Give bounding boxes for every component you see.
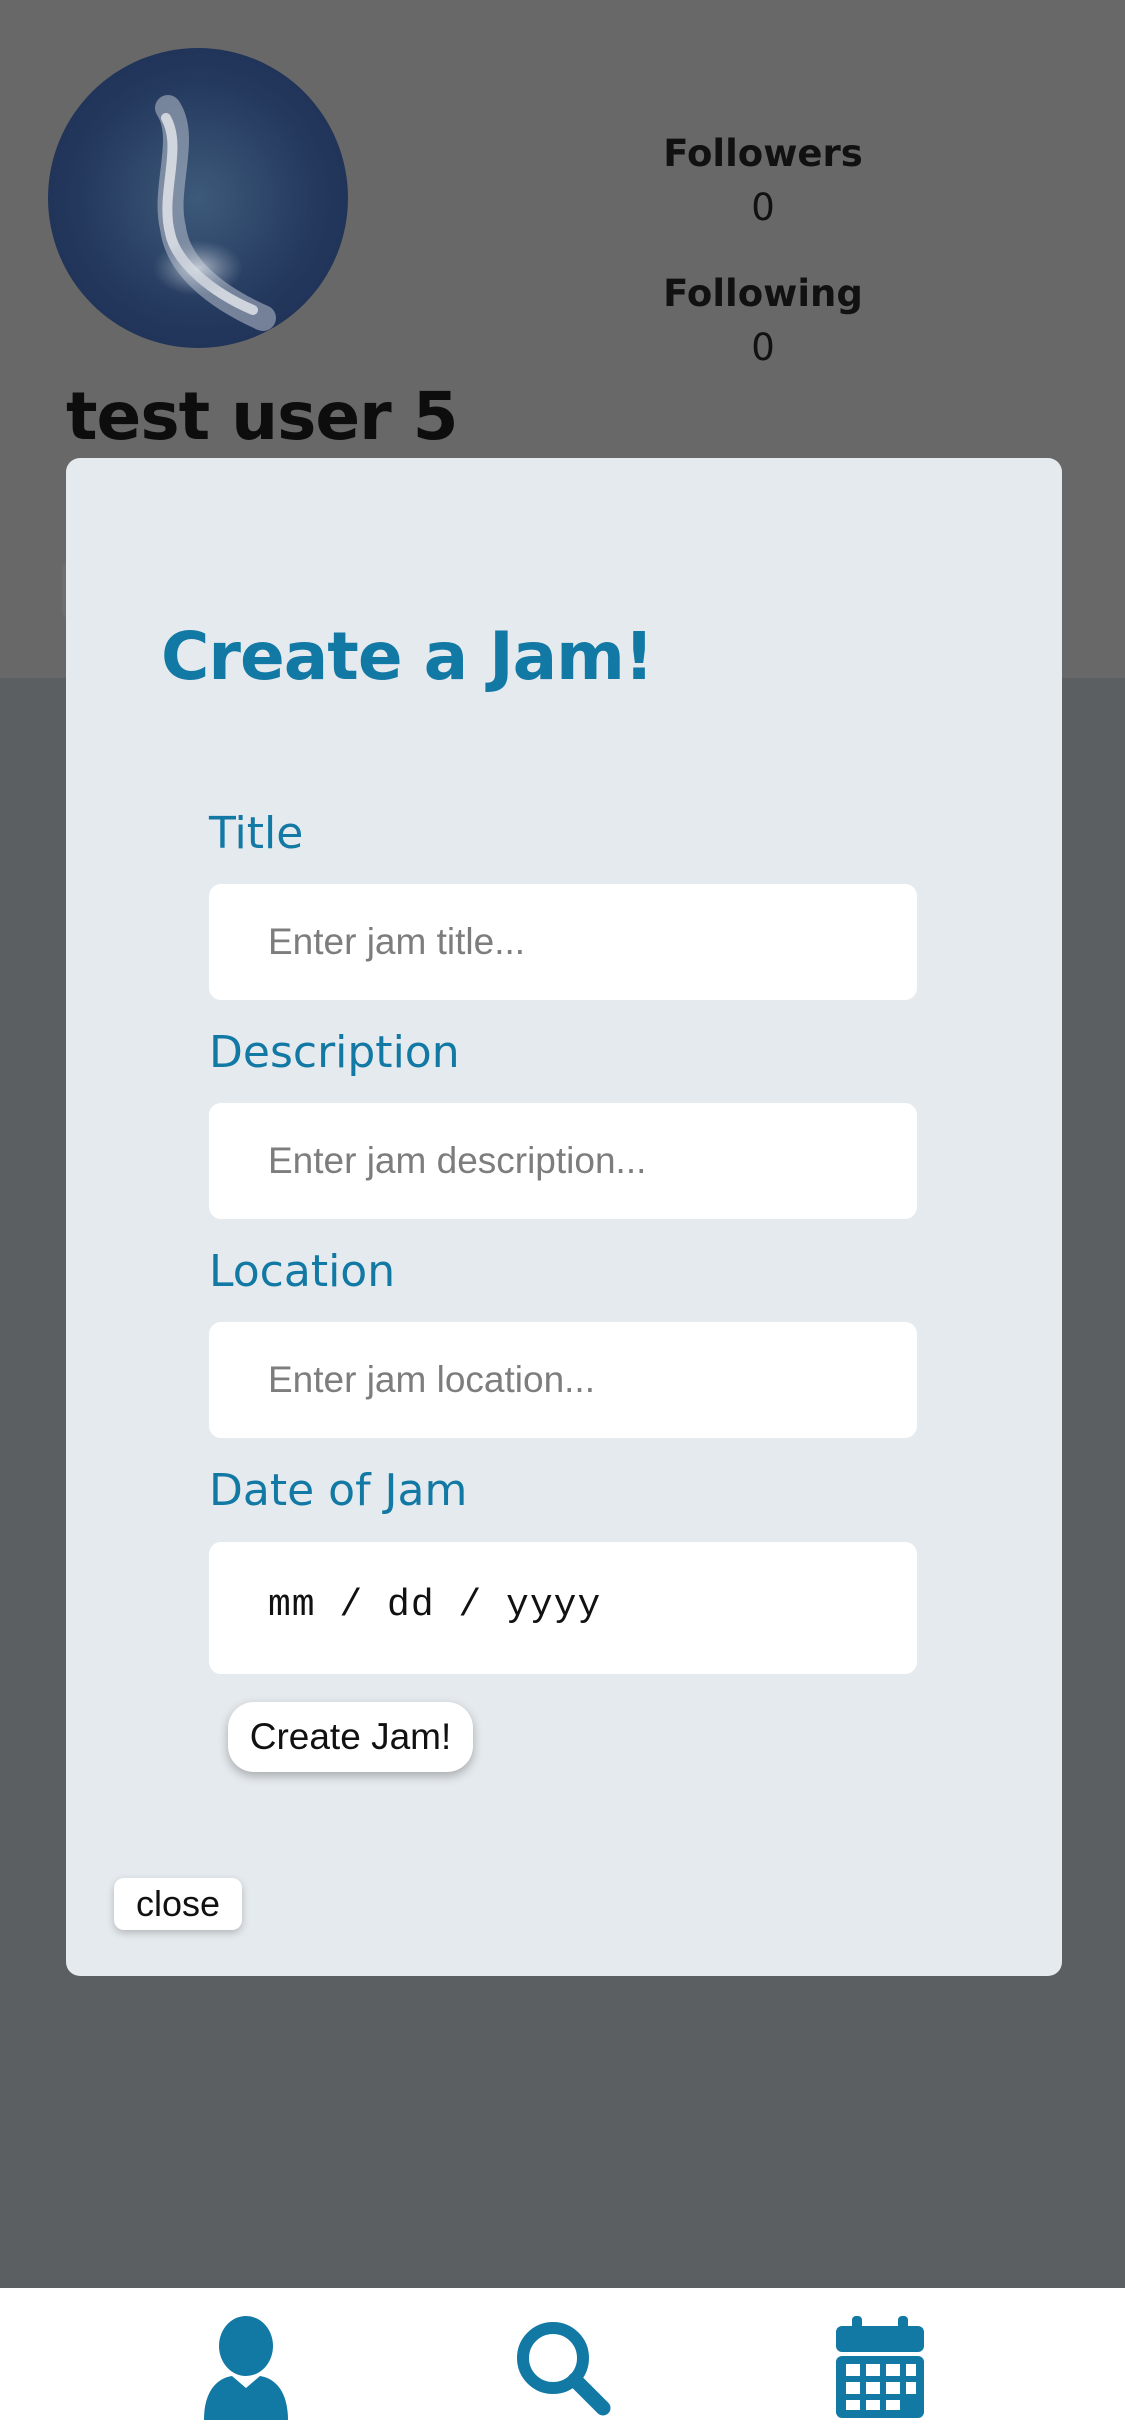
following-label: Following [663, 272, 863, 315]
following-count[interactable]: 0 [563, 326, 963, 369]
nav-calendar[interactable] [820, 2308, 940, 2428]
nav-search[interactable] [503, 2308, 623, 2428]
date-placeholder: mm / dd / yyyy [268, 1584, 602, 1627]
username: test user 5 [66, 378, 459, 455]
date-label: Date of Jam [209, 1465, 468, 1516]
modal-title: Create a Jam! [161, 618, 654, 695]
date-input[interactable]: mm / dd / yyyy [209, 1542, 917, 1674]
followers-label: Followers [663, 132, 863, 175]
location-label: Location [209, 1246, 396, 1297]
title-input[interactable] [209, 884, 917, 1000]
followers-count[interactable]: 0 [563, 186, 963, 229]
create-jam-modal: Create a Jam! Title Description Location… [66, 458, 1062, 1976]
search-icon [517, 2322, 611, 2416]
close-button[interactable]: close [114, 1878, 242, 1930]
description-label: Description [209, 1027, 460, 1078]
nav-profile[interactable] [186, 2308, 306, 2428]
location-input[interactable] [209, 1322, 917, 1438]
create-jam-button[interactable]: Create Jam! [228, 1702, 473, 1772]
avatar-image [153, 95, 276, 331]
description-input[interactable] [209, 1103, 917, 1219]
title-label: Title [209, 808, 304, 859]
user-icon [204, 2316, 288, 2420]
calendar-icon [836, 2316, 924, 2418]
avatar[interactable] [48, 48, 348, 348]
bottom-nav [0, 2288, 1125, 2436]
screen: Followers 0 Following 0 test user 5 Crea… [0, 0, 1125, 2436]
